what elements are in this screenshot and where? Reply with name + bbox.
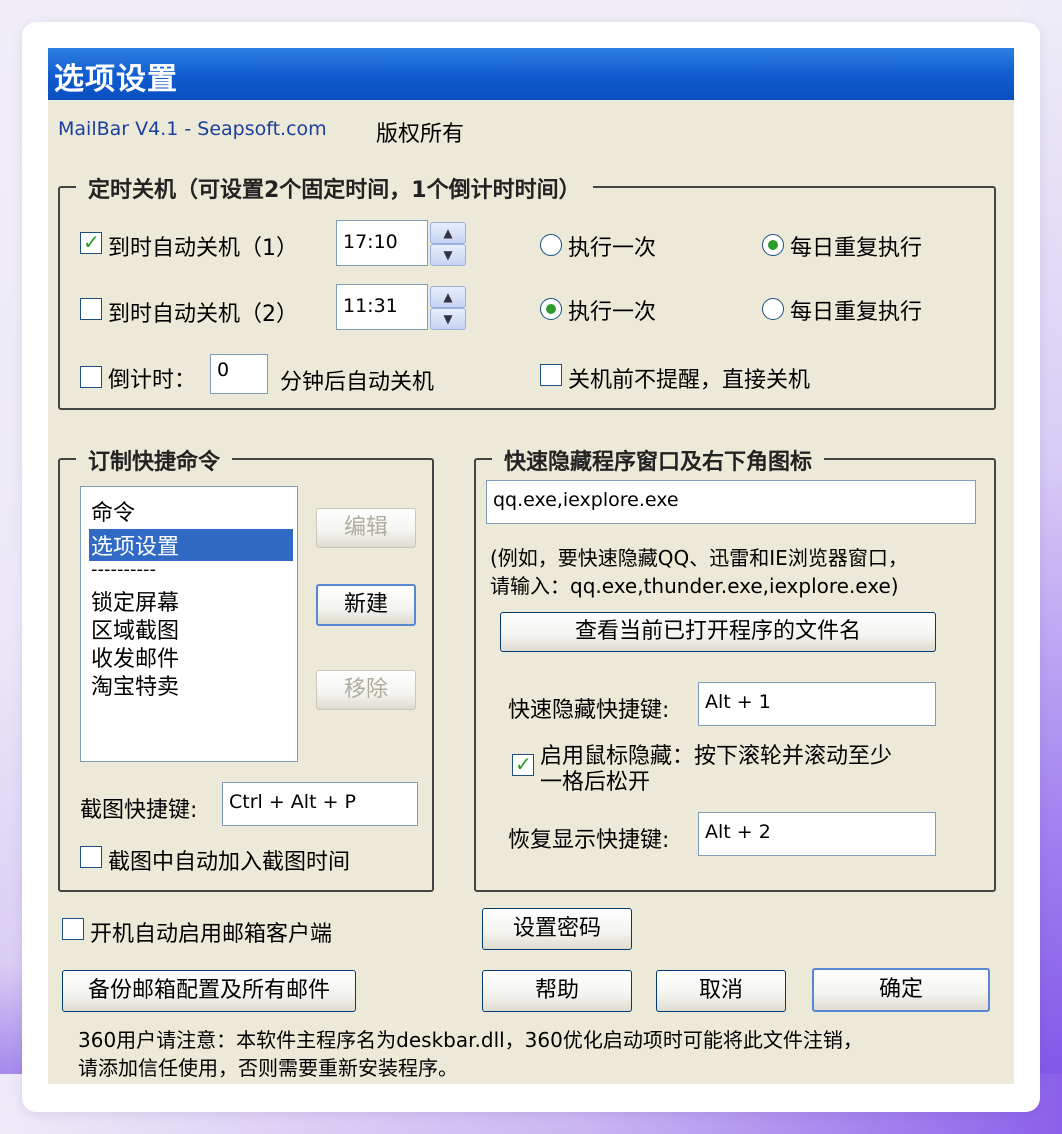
rule2-daily-label: 每日重复执行	[790, 300, 923, 325]
rule1-daily-label: 每日重复执行	[790, 236, 923, 261]
remove-button[interactable]: 移除	[316, 670, 416, 710]
hide-legend: 快速隐藏程序窗口及右下角图标	[492, 444, 825, 476]
spin-down-icon[interactable]: ▼	[430, 308, 466, 330]
list-item[interactable]: 淘宝特卖	[91, 669, 179, 701]
set-password-button[interactable]: 设置密码	[482, 908, 632, 950]
copyright-label: 版权所有	[376, 122, 465, 147]
list-item-selected[interactable]: 选项设置	[89, 529, 293, 561]
spin-down-icon[interactable]: ▼	[430, 244, 466, 266]
commands-listbox[interactable]: 命令 选项设置 ---------- 锁定屏幕 区域截图 收发邮件 淘宝特卖	[80, 486, 298, 762]
autostart-label: 开机自动启用邮箱客户端	[90, 922, 333, 947]
app-link[interactable]: MailBar V4.1 - Seapsoft.com	[58, 118, 327, 140]
autostart-checkbox[interactable]	[62, 918, 84, 940]
spin-up-icon[interactable]: ▲	[430, 222, 466, 244]
mouse-hide-line-2: 一格后松开	[540, 770, 651, 795]
help-button[interactable]: 帮助	[482, 970, 632, 1012]
rule1-checkbox[interactable]	[80, 230, 102, 254]
countdown-suffix: 分钟后自动关机	[280, 370, 435, 395]
countdown-input[interactable]: 0	[210, 354, 268, 394]
screenshot-hotkey-input[interactable]: Ctrl + Alt + P	[222, 782, 418, 826]
ok-button[interactable]: 确定	[812, 968, 990, 1012]
add-time-checkbox[interactable]	[80, 846, 102, 868]
notice-line-1: 360用户请注意：本软件主程序名为deskbar.dll，360优化启动项时可能…	[78, 1028, 863, 1052]
hide-hotkey-input[interactable]: Alt + 1	[698, 682, 936, 726]
rule1-time-spinner[interactable]: ▲ ▼	[430, 222, 466, 268]
rule1-daily-radio[interactable]	[762, 234, 784, 256]
rule2-label: 到时自动关机（2）	[108, 302, 298, 327]
backup-button[interactable]: 备份邮箱配置及所有邮件	[62, 970, 356, 1012]
title-bar[interactable]: 选项设置	[48, 48, 1014, 100]
countdown-label: 倒计时：	[108, 368, 197, 393]
hide-hotkey-label: 快速隐藏快捷键:	[508, 698, 670, 723]
rule1-once-radio[interactable]	[540, 234, 562, 256]
no-prompt-label: 关机前不提醒，直接关机	[568, 368, 811, 393]
add-time-label: 截图中自动加入截图时间	[108, 850, 351, 875]
window-title: 选项设置	[54, 62, 178, 97]
rule1-label: 到时自动关机（1）	[108, 236, 298, 261]
list-item-separator[interactable]: ----------	[91, 559, 156, 580]
hint-line-2: 请输入：qq.exe,thunder.exe,iexplore.exe)	[490, 574, 899, 598]
commands-legend: 订制快捷命令	[76, 444, 233, 476]
list-item[interactable]: 命令	[91, 495, 135, 527]
hint-line-1: (例如，要快速隐藏QQ、迅雷和IE浏览器窗口，	[490, 546, 908, 570]
restore-hotkey-input[interactable]: Alt + 2	[698, 812, 936, 856]
rule2-once-label: 执行一次	[568, 300, 657, 325]
new-button[interactable]: 新建	[316, 584, 416, 626]
rule2-daily-radio[interactable]	[762, 298, 784, 320]
rule2-once-radio[interactable]	[540, 298, 562, 320]
shutdown-legend: 定时关机（可设置2个固定时间，1个倒计时时间）	[76, 172, 593, 204]
restore-hotkey-label: 恢复显示快捷键:	[508, 828, 670, 853]
countdown-checkbox[interactable]	[80, 366, 102, 388]
view-open-programs-button[interactable]: 查看当前已打开程序的文件名	[500, 612, 936, 652]
mouse-hide-checkbox[interactable]	[512, 752, 534, 776]
rule2-checkbox[interactable]	[80, 298, 102, 320]
notice-line-2: 请添加信任使用，否则需要重新安装程序。	[78, 1056, 458, 1080]
rule1-time-input[interactable]: 17:10	[336, 220, 428, 266]
edit-button[interactable]: 编辑	[316, 508, 416, 548]
screenshot-hotkey-label: 截图快捷键:	[80, 798, 198, 823]
spin-up-icon[interactable]: ▲	[430, 286, 466, 308]
rule1-once-label: 执行一次	[568, 236, 657, 261]
cancel-button[interactable]: 取消	[656, 970, 786, 1012]
rule2-time-input[interactable]: 11:31	[336, 284, 428, 330]
programs-input[interactable]: qq.exe,iexplore.exe	[486, 480, 976, 524]
rule2-time-spinner[interactable]: ▲ ▼	[430, 286, 466, 332]
no-prompt-checkbox[interactable]	[540, 364, 562, 386]
